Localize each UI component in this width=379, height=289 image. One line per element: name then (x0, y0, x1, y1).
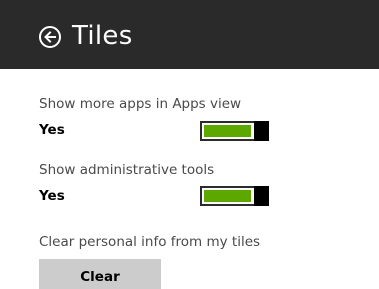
back-arrow-circle-icon[interactable] (39, 26, 61, 48)
page-title: Tiles (72, 21, 133, 51)
toggle-show-more-apps[interactable] (200, 121, 269, 141)
toggle-fill (204, 190, 251, 202)
setting-value-show-more-apps: Yes (39, 122, 65, 138)
setting-label-admin-tools: Show administrative tools (39, 162, 215, 178)
clear-section-label: Clear personal info from my tiles (39, 234, 261, 250)
toggle-thumb[interactable] (254, 186, 269, 206)
toggle-admin-tools[interactable] (200, 186, 269, 206)
setting-label-show-more-apps: Show more apps in Apps view (39, 96, 242, 112)
toggle-thumb[interactable] (254, 121, 269, 141)
toggle-fill (204, 125, 251, 137)
back-arrow-glyph (44, 31, 56, 43)
clear-button[interactable]: Clear (39, 259, 161, 289)
header-bar: Tiles (0, 0, 379, 69)
setting-value-admin-tools: Yes (39, 188, 65, 204)
